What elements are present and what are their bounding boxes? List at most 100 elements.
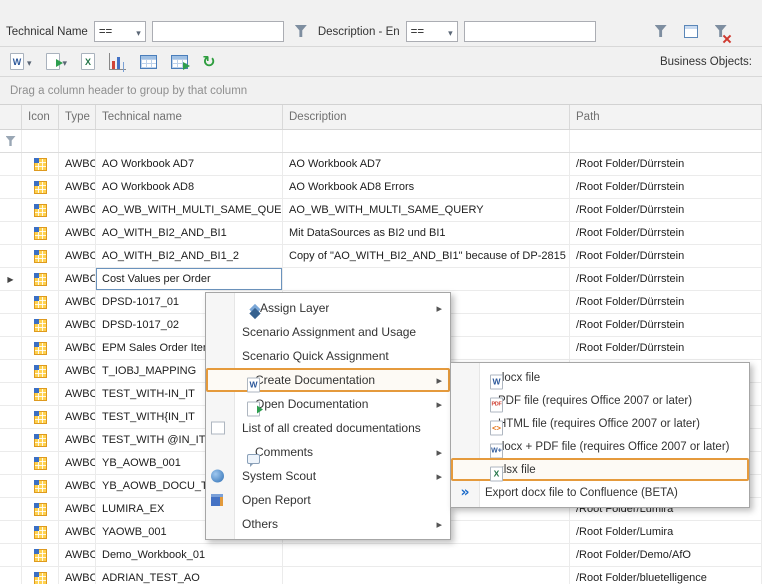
workbook-icon bbox=[34, 503, 47, 516]
filter-cell[interactable] bbox=[59, 130, 96, 152]
context-menu-item[interactable]: Open Documentation bbox=[206, 392, 450, 416]
header-path[interactable]: Path bbox=[570, 105, 762, 129]
group-by-bar[interactable]: Drag a column header to group by that co… bbox=[0, 77, 762, 105]
table-row[interactable]: AWBO AO Workbook AD7 AO Workbook AD7 /Ro… bbox=[0, 153, 762, 176]
context-menu-item[interactable]: Assign Layer bbox=[206, 296, 450, 320]
chevron-down-icon bbox=[448, 25, 453, 39]
technical-name-cell[interactable]: AO_WITH_BI2_AND_BI1_2 bbox=[96, 245, 283, 267]
technical-name-cell[interactable]: ADRIAN_TEST_AO bbox=[96, 567, 283, 584]
filter-icon bbox=[295, 25, 307, 37]
header-icon[interactable]: Icon bbox=[22, 105, 59, 129]
technical-name-cell[interactable]: AO Workbook AD7 bbox=[96, 153, 283, 175]
refresh-button[interactable] bbox=[200, 50, 217, 74]
context-menu-item[interactable]: List of all created documentations bbox=[206, 416, 450, 440]
table-row[interactable]: AWBO AO_WB_WITH_MULTI_SAME_QUERY AO_WB_W… bbox=[0, 199, 762, 222]
description-filter-input[interactable] bbox=[464, 21, 596, 42]
apply-filter-button[interactable] bbox=[650, 20, 672, 42]
type-cell: AWBO bbox=[59, 383, 96, 405]
filter-cell[interactable] bbox=[96, 130, 283, 152]
submenu-item-icon bbox=[456, 484, 474, 501]
export-grid-icon bbox=[171, 55, 188, 69]
submenu-arrow-icon bbox=[436, 373, 442, 387]
submenu-item[interactable]: PDF file (requires Office 2007 or later) bbox=[451, 389, 749, 412]
submenu-item-label: docx + PDF file (requires Office 2007 or… bbox=[498, 441, 729, 453]
header-technical-name[interactable]: Technical name bbox=[96, 105, 283, 129]
technical-name-filter-input[interactable] bbox=[152, 21, 284, 42]
context-menu-item[interactable]: Create Documentation bbox=[206, 368, 450, 392]
business-objects-label: Business Objects: bbox=[660, 56, 754, 68]
technical-name-filter-label: Technical Name bbox=[6, 26, 88, 42]
table-row[interactable]: AWBO AO_WITH_BI2_AND_BI1 Mit DataSources… bbox=[0, 222, 762, 245]
submenu-item[interactable]: HTML file (requires Office 2007 or later… bbox=[451, 412, 749, 435]
export-xlsx-button[interactable] bbox=[79, 50, 97, 74]
header-type[interactable]: Type bbox=[59, 105, 96, 129]
export-grid-button[interactable] bbox=[169, 50, 190, 74]
data-grid-button[interactable] bbox=[138, 50, 159, 74]
menu-item-icon bbox=[247, 454, 260, 464]
icon-cell bbox=[22, 291, 59, 313]
technical-name-cell[interactable]: AO_WB_WITH_MULTI_SAME_QUERY bbox=[96, 199, 283, 221]
icon-cell bbox=[22, 314, 59, 336]
workbook-icon bbox=[34, 227, 47, 240]
create-docx-button[interactable] bbox=[8, 50, 34, 74]
table-row[interactable]: AWBO AO_WITH_BI2_AND_BI1_2 Copy of "AO_W… bbox=[0, 245, 762, 268]
technical-name-cell[interactable]: AO_WITH_BI2_AND_BI1 bbox=[96, 222, 283, 244]
filter-cell[interactable] bbox=[570, 130, 762, 152]
technical-name-cell[interactable]: Cost Values per Order bbox=[96, 268, 283, 290]
technical-name-cell[interactable]: AO Workbook AD8 bbox=[96, 176, 283, 198]
table-row[interactable]: AWBO AO Workbook AD8 AO Workbook AD8 Err… bbox=[0, 176, 762, 199]
context-menu-item[interactable]: Open Report bbox=[206, 488, 450, 512]
menu-item-label: Comments bbox=[255, 445, 313, 459]
technical-name-filter-button[interactable] bbox=[290, 20, 312, 42]
context-menu-item[interactable]: Comments bbox=[206, 440, 450, 464]
filter-cell[interactable] bbox=[283, 130, 570, 152]
icon-cell bbox=[22, 498, 59, 520]
chart-button[interactable] bbox=[107, 50, 128, 74]
description-operator-value: == bbox=[411, 26, 424, 38]
table-row[interactable]: AWBO Cost Values per Order /Root Folder/… bbox=[0, 268, 762, 291]
submenu-arrow-icon bbox=[436, 397, 442, 411]
type-cell: AWBO bbox=[59, 199, 96, 221]
workbook-icon bbox=[34, 158, 47, 171]
open-documentation-button[interactable] bbox=[44, 50, 70, 74]
table-row[interactable]: AWBO ADRIAN_TEST_AO /Root Folder/bluetel… bbox=[0, 567, 762, 584]
table-row[interactable]: AWBO Demo_Workbook_01 /Root Folder/Demo/… bbox=[0, 544, 762, 567]
submenu-item-icon bbox=[490, 397, 503, 412]
icon-cell bbox=[22, 383, 59, 405]
row-indicator bbox=[0, 406, 22, 428]
icon-cell bbox=[22, 567, 59, 584]
description-cell bbox=[283, 268, 570, 290]
type-cell: AWBO bbox=[59, 222, 96, 244]
filter-editor-button[interactable] bbox=[680, 20, 702, 42]
filter-row-gutter[interactable] bbox=[0, 130, 22, 152]
menu-item-icon bbox=[247, 303, 265, 320]
context-menu-item[interactable]: Others bbox=[206, 512, 450, 536]
filter-bar: Technical Name == Description - En == bbox=[0, 0, 762, 47]
header-description[interactable]: Description bbox=[283, 105, 570, 129]
path-cell: /Root Folder/Dürrstein bbox=[570, 153, 762, 175]
type-cell: AWBO bbox=[59, 176, 96, 198]
path-cell: /Root Folder/bluetelligence bbox=[570, 567, 762, 584]
submenu-item[interactable]: Export docx file to Confluence (BETA) bbox=[451, 481, 749, 504]
workbook-icon bbox=[34, 411, 47, 424]
type-cell: AWBO bbox=[59, 475, 96, 497]
clear-filter-button[interactable] bbox=[710, 20, 732, 42]
menu-item-label: Open Report bbox=[242, 493, 311, 507]
filter-cell[interactable] bbox=[22, 130, 59, 152]
context-menu-item[interactable]: Scenario Assignment and Usage bbox=[206, 320, 450, 344]
submenu-item[interactable]: xlsx file bbox=[451, 458, 749, 481]
submenu-item-icon bbox=[490, 374, 503, 389]
workbook-icon bbox=[34, 480, 47, 493]
technical-name-cell[interactable]: Demo_Workbook_01 bbox=[96, 544, 283, 566]
context-menu-item[interactable]: System Scout bbox=[206, 464, 450, 488]
description-operator-select[interactable]: == bbox=[406, 21, 458, 42]
submenu-item[interactable]: docx file bbox=[451, 366, 749, 389]
description-cell bbox=[283, 567, 570, 584]
menu-item-label: Open Documentation bbox=[255, 397, 368, 411]
create-documentation-submenu: docx file PDF file (requires Office 2007… bbox=[450, 362, 750, 508]
type-cell: AWBO bbox=[59, 429, 96, 451]
submenu-item[interactable]: docx + PDF file (requires Office 2007 or… bbox=[451, 435, 749, 458]
path-cell: /Root Folder/Demo/AfO bbox=[570, 544, 762, 566]
context-menu-item[interactable]: Scenario Quick Assignment bbox=[206, 344, 450, 368]
technical-name-operator-select[interactable]: == bbox=[94, 21, 146, 42]
